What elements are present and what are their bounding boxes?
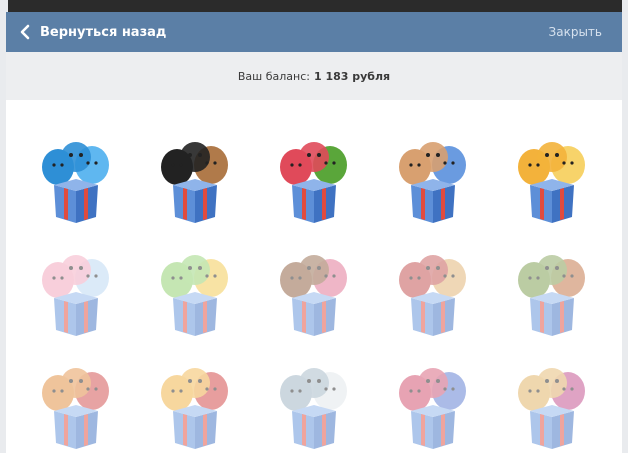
- balance-label: Ваш баланс:: [237, 69, 310, 83]
- sticker-pack-item[interactable]: [499, 340, 604, 453]
- balance-bar: Ваш баланс: 1 183 рубля: [6, 52, 622, 100]
- back-button[interactable]: Вернуться назад: [18, 24, 166, 40]
- sun-star-sticker-pack: [517, 142, 585, 223]
- couple-hearts-sticker-pack: [398, 368, 466, 449]
- animals-rainbow-sticker-pack: [42, 255, 110, 336]
- white-cats-sticker-pack: [279, 368, 347, 449]
- sticker-pack-item[interactable]: [380, 114, 485, 227]
- kids-goggles-sticker-pack: [517, 255, 585, 336]
- sticker-store-modal: Вернуться назад Закрыть Ваш баланс: 1 18…: [6, 12, 622, 453]
- sticker-pack-item[interactable]: [24, 340, 129, 453]
- cats-collage-sticker-pack: [161, 255, 229, 336]
- dog-cat-sticker-pack: [161, 368, 229, 449]
- people-thumbs-up-sticker-pack: [398, 142, 466, 223]
- sticker-pack-item[interactable]: [262, 114, 367, 227]
- mixed-characters-sticker-pack: [398, 255, 466, 336]
- girls-sticker-pack: [279, 255, 347, 336]
- faces-sticker-pack: [517, 368, 585, 449]
- chevron-left-icon: [20, 24, 30, 40]
- sticker-pack-item[interactable]: [24, 114, 129, 227]
- sticker-pack-item[interactable]: [262, 340, 367, 453]
- sticker-pack-item[interactable]: [143, 114, 248, 227]
- sticker-pack-item[interactable]: [499, 227, 604, 340]
- food-characters-sticker-pack: [279, 142, 347, 223]
- back-button-label: Вернуться назад: [40, 24, 167, 40]
- sticker-pack-item[interactable]: [380, 340, 485, 453]
- sticker-pack-item[interactable]: [143, 227, 248, 340]
- sticker-pack-item[interactable]: [143, 340, 248, 453]
- cartoon-girl-sticker-pack: [42, 368, 110, 449]
- background-page-edge-right: [622, 0, 628, 453]
- rock-band-sticker-pack: [161, 142, 229, 223]
- modal-header: Вернуться назад Закрыть: [6, 12, 622, 52]
- sticker-pack-item[interactable]: [262, 227, 367, 340]
- sticker-pack-item[interactable]: [380, 227, 485, 340]
- sticker-pack-item[interactable]: [24, 227, 129, 340]
- close-button[interactable]: Закрыть: [549, 25, 602, 39]
- sticker-pack-grid: [6, 100, 622, 453]
- sticker-pack-item[interactable]: [499, 114, 604, 227]
- blue-dragons-sticker-pack: [42, 142, 110, 223]
- balance-value: 1 183 рубля: [313, 69, 391, 83]
